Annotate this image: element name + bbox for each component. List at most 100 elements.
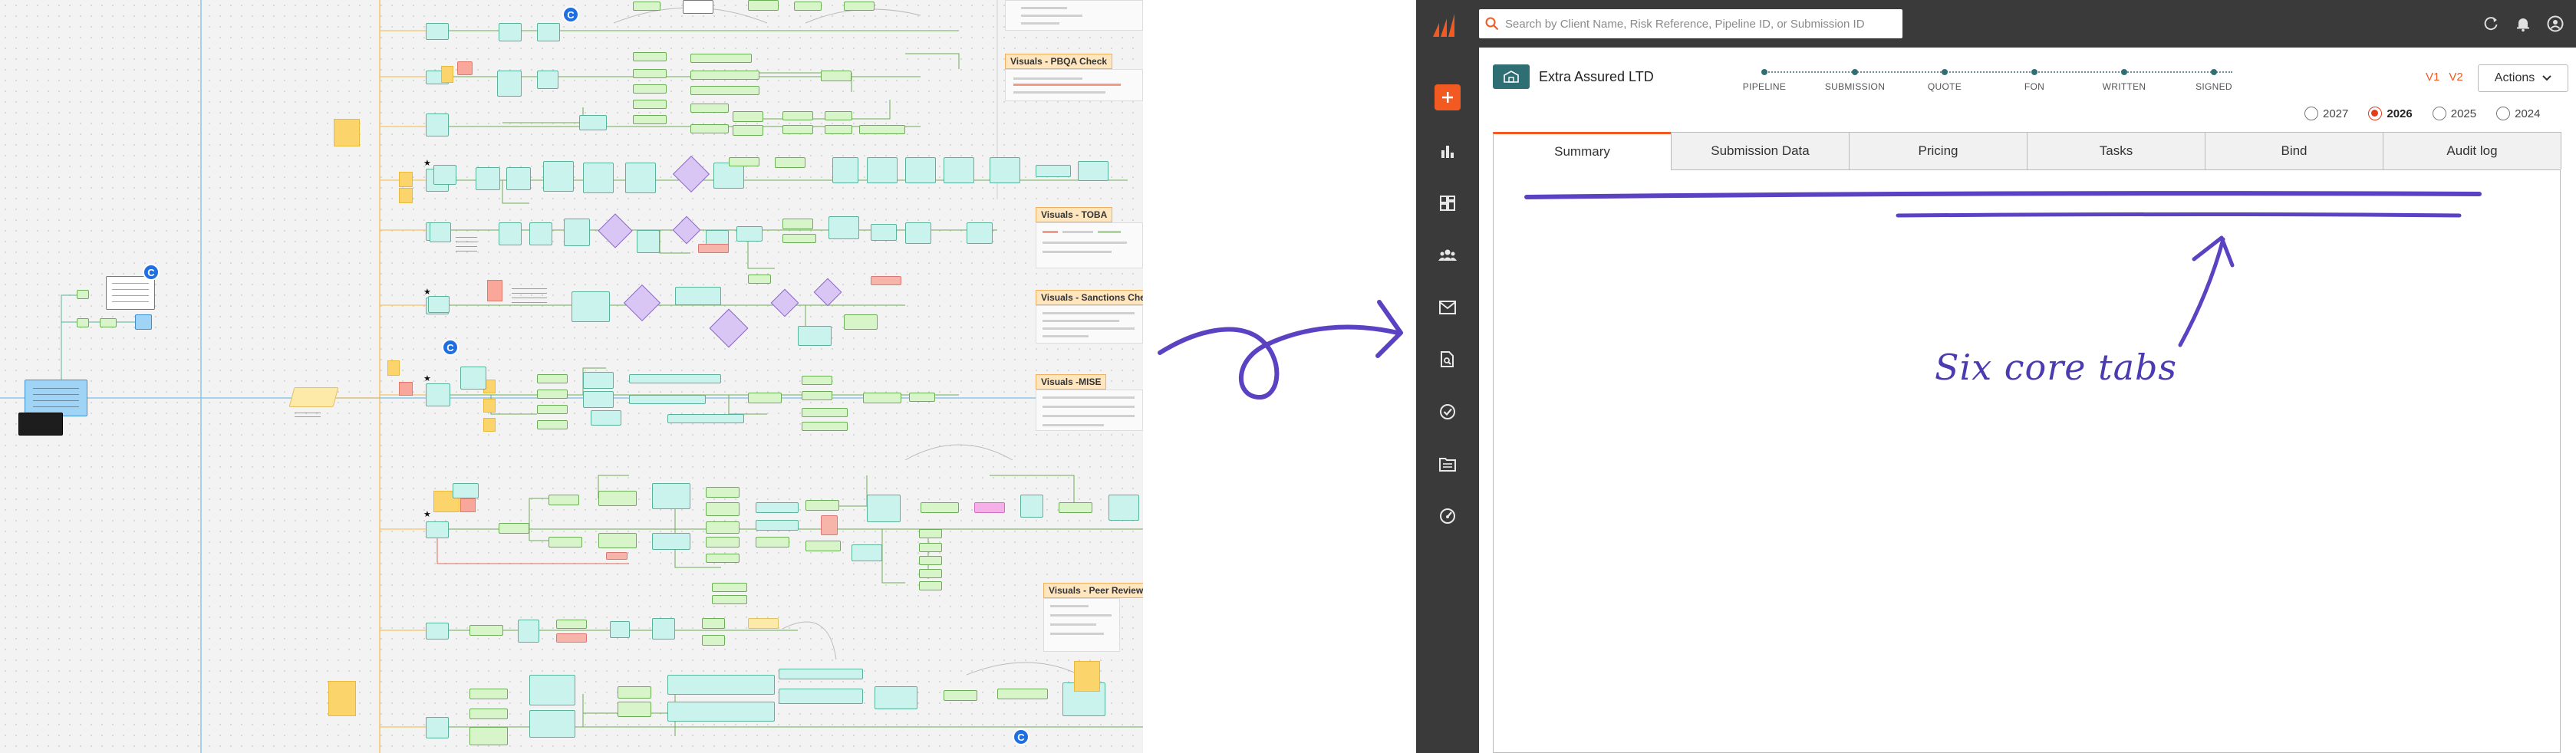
flow-node[interactable] <box>537 374 568 383</box>
nav-dashboard[interactable] <box>1435 190 1461 216</box>
flow-node[interactable] <box>702 618 725 629</box>
flow-node[interactable] <box>690 54 752 63</box>
flow-node[interactable] <box>802 422 848 431</box>
flow-node[interactable] <box>919 581 942 590</box>
add-button[interactable] <box>1435 84 1461 110</box>
flow-node[interactable] <box>537 390 568 399</box>
flow-node[interactable] <box>633 100 667 109</box>
flow-node[interactable] <box>652 533 690 550</box>
flow-node[interactable] <box>867 495 901 522</box>
sticky-note[interactable] <box>328 681 356 716</box>
flow-node[interactable] <box>775 157 805 168</box>
flow-node-highlight[interactable] <box>974 502 1005 513</box>
flow-node[interactable] <box>736 226 763 242</box>
flow-node[interactable] <box>779 689 863 704</box>
sticky-note[interactable] <box>483 399 496 413</box>
flow-node[interactable] <box>990 157 1020 183</box>
flow-node[interactable] <box>782 234 816 243</box>
flow-node[interactable] <box>712 583 747 592</box>
flow-node[interactable] <box>905 222 931 244</box>
flow-node[interactable] <box>469 625 503 636</box>
flow-node[interactable] <box>859 125 905 134</box>
nav-performance[interactable] <box>1435 503 1461 529</box>
flow-node[interactable] <box>652 618 675 640</box>
sticky-note[interactable] <box>483 418 496 432</box>
collaborator-avatar[interactable]: C <box>562 6 579 23</box>
flow-node[interactable] <box>629 374 721 383</box>
flow-node[interactable] <box>944 690 977 701</box>
refresh-icon[interactable] <box>2482 15 2499 32</box>
flow-node[interactable] <box>433 165 456 185</box>
collaborator-avatar[interactable]: C <box>442 339 459 356</box>
flow-node[interactable] <box>499 222 522 245</box>
flow-node[interactable] <box>690 104 729 113</box>
sticky-note[interactable] <box>399 188 413 203</box>
sticky-note[interactable] <box>387 360 400 376</box>
flow-node[interactable] <box>637 230 660 253</box>
tab-bind[interactable]: Bind <box>2205 132 2383 169</box>
flow-node[interactable] <box>529 675 575 705</box>
flow-node[interactable] <box>871 224 897 241</box>
visuals-panel[interactable] <box>1005 69 1143 101</box>
flow-node[interactable] <box>633 84 667 94</box>
flow-node[interactable] <box>469 727 508 745</box>
flow-node[interactable] <box>469 709 508 719</box>
flow-node[interactable] <box>598 533 637 548</box>
flow-node[interactable] <box>756 502 799 513</box>
sticky-note[interactable] <box>399 382 413 396</box>
flow-node[interactable] <box>543 161 574 192</box>
flow-node[interactable] <box>690 71 759 80</box>
flow-node[interactable] <box>779 669 863 679</box>
flow-node[interactable] <box>828 216 859 239</box>
nav-team[interactable] <box>1435 242 1461 268</box>
flow-node[interactable] <box>430 222 451 242</box>
tab-audit-log[interactable]: Audit log <box>2383 132 2561 169</box>
flow-node[interactable] <box>1078 161 1108 181</box>
flow-node[interactable] <box>583 391 614 408</box>
flow-node[interactable] <box>1020 495 1043 518</box>
bell-icon[interactable] <box>2515 15 2532 32</box>
flow-node[interactable] <box>794 2 822 11</box>
flow-node[interactable] <box>529 222 552 245</box>
stage-submission[interactable]: SUBMISSION <box>1809 64 1901 92</box>
flow-node[interactable] <box>756 520 799 531</box>
flow-node[interactable] <box>844 314 878 330</box>
flow-node[interactable] <box>537 420 568 429</box>
flow-node[interactable] <box>844 2 875 11</box>
flow-node[interactable] <box>629 395 706 404</box>
flow-node[interactable] <box>832 157 858 183</box>
flow-node[interactable] <box>706 487 740 498</box>
year-option-2024[interactable]: 2024 <box>2496 104 2541 123</box>
stage-fon[interactable]: FON <box>1988 64 2080 92</box>
flow-node-error[interactable] <box>556 633 587 643</box>
flow-node[interactable] <box>633 2 660 11</box>
flow-node[interactable] <box>633 115 667 124</box>
flow-node[interactable] <box>529 710 575 738</box>
tab-tasks[interactable]: Tasks <box>2027 132 2205 169</box>
flow-node[interactable] <box>77 290 89 299</box>
flow-node[interactable] <box>506 167 531 190</box>
flow-node[interactable] <box>967 222 993 244</box>
flow-node[interactable] <box>729 157 759 166</box>
year-option-2025[interactable]: 2025 <box>2432 104 2476 123</box>
process-flow-board[interactable]: C ★ ★ ★ ★ C C C Visuals - PBQA Check Vis… <box>0 0 1143 753</box>
flow-node[interactable] <box>469 689 508 699</box>
visuals-panel[interactable] <box>1036 390 1143 431</box>
flow-node[interactable] <box>1036 165 1071 177</box>
sticky-note[interactable] <box>460 498 476 512</box>
flow-node[interactable] <box>706 554 740 563</box>
flow-node[interactable] <box>499 23 522 41</box>
sticky-note[interactable] <box>441 66 453 83</box>
flow-node[interactable] <box>591 410 621 426</box>
sticky-note[interactable] <box>487 280 502 301</box>
nav-reports[interactable] <box>1435 138 1461 164</box>
flow-node[interactable] <box>135 314 152 330</box>
flow-node[interactable] <box>782 125 813 134</box>
flow-node[interactable] <box>867 157 898 183</box>
flow-node[interactable] <box>618 686 651 699</box>
flow-node[interactable] <box>1108 495 1139 521</box>
flow-node[interactable] <box>598 491 637 506</box>
search-input[interactable] <box>1505 10 1902 38</box>
flow-node[interactable] <box>702 635 725 646</box>
flow-node[interactable] <box>821 71 852 81</box>
